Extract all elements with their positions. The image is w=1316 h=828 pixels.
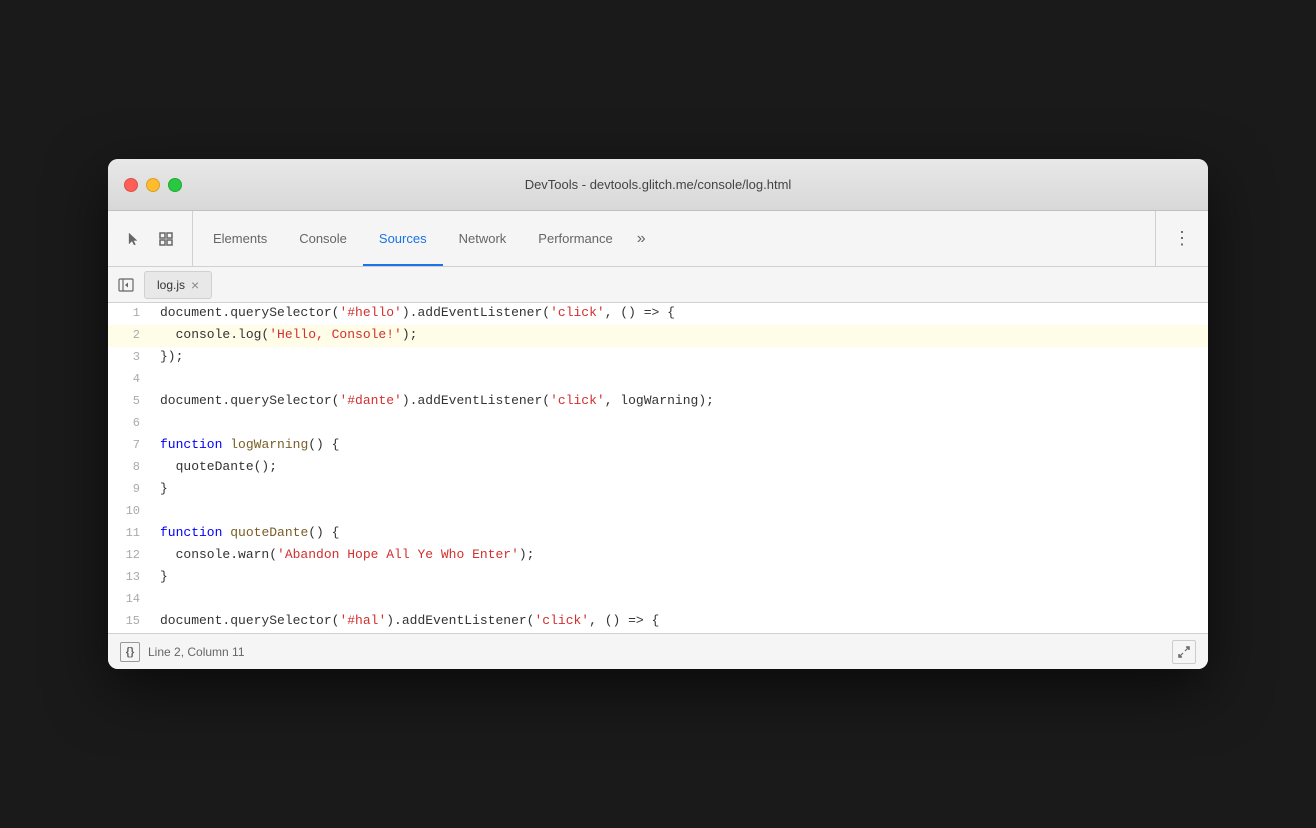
tab-network[interactable]: Network — [443, 211, 523, 266]
cursor-position: Line 2, Column 11 — [148, 645, 245, 659]
line-number: 6 — [108, 413, 156, 435]
traffic-lights — [124, 178, 182, 192]
file-tab-logjs[interactable]: log.js × — [144, 271, 212, 299]
maximize-button[interactable] — [168, 178, 182, 192]
toolbar-right: ⋮ — [1155, 211, 1208, 266]
code-line: 7function logWarning() { — [108, 435, 1208, 457]
line-number: 2 — [108, 325, 156, 347]
tab-console[interactable]: Console — [283, 211, 363, 266]
line-number: 4 — [108, 369, 156, 391]
code-line: 13} — [108, 567, 1208, 589]
toolbar-icons — [108, 211, 193, 266]
line-content — [156, 589, 1208, 611]
line-content — [156, 501, 1208, 523]
code-line: 3}); — [108, 347, 1208, 369]
line-content: document.querySelector('#hello').addEven… — [156, 303, 1208, 325]
code-editor[interactable]: 1document.querySelector('#hello').addEve… — [108, 303, 1208, 633]
line-content — [156, 369, 1208, 391]
line-content — [156, 413, 1208, 435]
code-line: 11function quoteDante() { — [108, 523, 1208, 545]
titlebar: DevTools - devtools.glitch.me/console/lo… — [108, 159, 1208, 211]
minimize-button[interactable] — [146, 178, 160, 192]
line-number: 12 — [108, 545, 156, 567]
toggle-sidebar-button[interactable] — [112, 271, 140, 299]
devtools-window: DevTools - devtools.glitch.me/console/lo… — [108, 159, 1208, 669]
line-number: 10 — [108, 501, 156, 523]
code-line: 9} — [108, 479, 1208, 501]
line-content: quoteDante(); — [156, 457, 1208, 479]
toolbar: Elements Console Sources Network Perform… — [108, 211, 1208, 267]
tabs: Elements Console Sources Network Perform… — [193, 211, 1155, 266]
line-content: console.log('Hello, Console!'); — [156, 325, 1208, 347]
line-number: 3 — [108, 347, 156, 369]
code-line: 1document.querySelector('#hello').addEve… — [108, 303, 1208, 325]
expand-icon[interactable] — [1172, 640, 1196, 664]
statusbar: {} Line 2, Column 11 — [108, 633, 1208, 669]
window-title: DevTools - devtools.glitch.me/console/lo… — [525, 177, 792, 192]
tab-performance[interactable]: Performance — [522, 211, 628, 266]
code-line: 5document.querySelector('#dante').addEve… — [108, 391, 1208, 413]
tab-more[interactable]: » — [629, 211, 654, 266]
line-number: 11 — [108, 523, 156, 545]
code-line: 4 — [108, 369, 1208, 391]
tab-sources[interactable]: Sources — [363, 211, 443, 266]
settings-icon[interactable]: ⋮ — [1168, 225, 1196, 253]
code-line: 14 — [108, 589, 1208, 611]
code-line: 12 console.warn('Abandon Hope All Ye Who… — [108, 545, 1208, 567]
line-number: 1 — [108, 303, 156, 325]
line-number: 9 — [108, 479, 156, 501]
line-number: 7 — [108, 435, 156, 457]
line-number: 5 — [108, 391, 156, 413]
file-tab-close[interactable]: × — [191, 278, 199, 292]
line-number: 14 — [108, 589, 156, 611]
line-content: function logWarning() { — [156, 435, 1208, 457]
close-button[interactable] — [124, 178, 138, 192]
line-number: 15 — [108, 611, 156, 633]
code-line: 2 console.log('Hello, Console!'); — [108, 325, 1208, 347]
file-tabs-bar: log.js × — [108, 267, 1208, 303]
line-content: } — [156, 567, 1208, 589]
line-content: document.querySelector('#hal').addEventL… — [156, 611, 1208, 633]
format-icon[interactable]: {} — [120, 642, 140, 662]
line-content: function quoteDante() { — [156, 523, 1208, 545]
line-content: }); — [156, 347, 1208, 369]
line-content: } — [156, 479, 1208, 501]
line-content: console.warn('Abandon Hope All Ye Who En… — [156, 545, 1208, 567]
inspect-icon[interactable] — [152, 225, 180, 253]
line-number: 13 — [108, 567, 156, 589]
tab-elements[interactable]: Elements — [197, 211, 283, 266]
code-line: 6 — [108, 413, 1208, 435]
code-line: 10 — [108, 501, 1208, 523]
cursor-icon[interactable] — [120, 225, 148, 253]
file-tab-name: log.js — [157, 278, 185, 292]
line-content: document.querySelector('#dante').addEven… — [156, 391, 1208, 413]
line-number: 8 — [108, 457, 156, 479]
code-line: 15document.querySelector('#hal').addEven… — [108, 611, 1208, 633]
code-line: 8 quoteDante(); — [108, 457, 1208, 479]
